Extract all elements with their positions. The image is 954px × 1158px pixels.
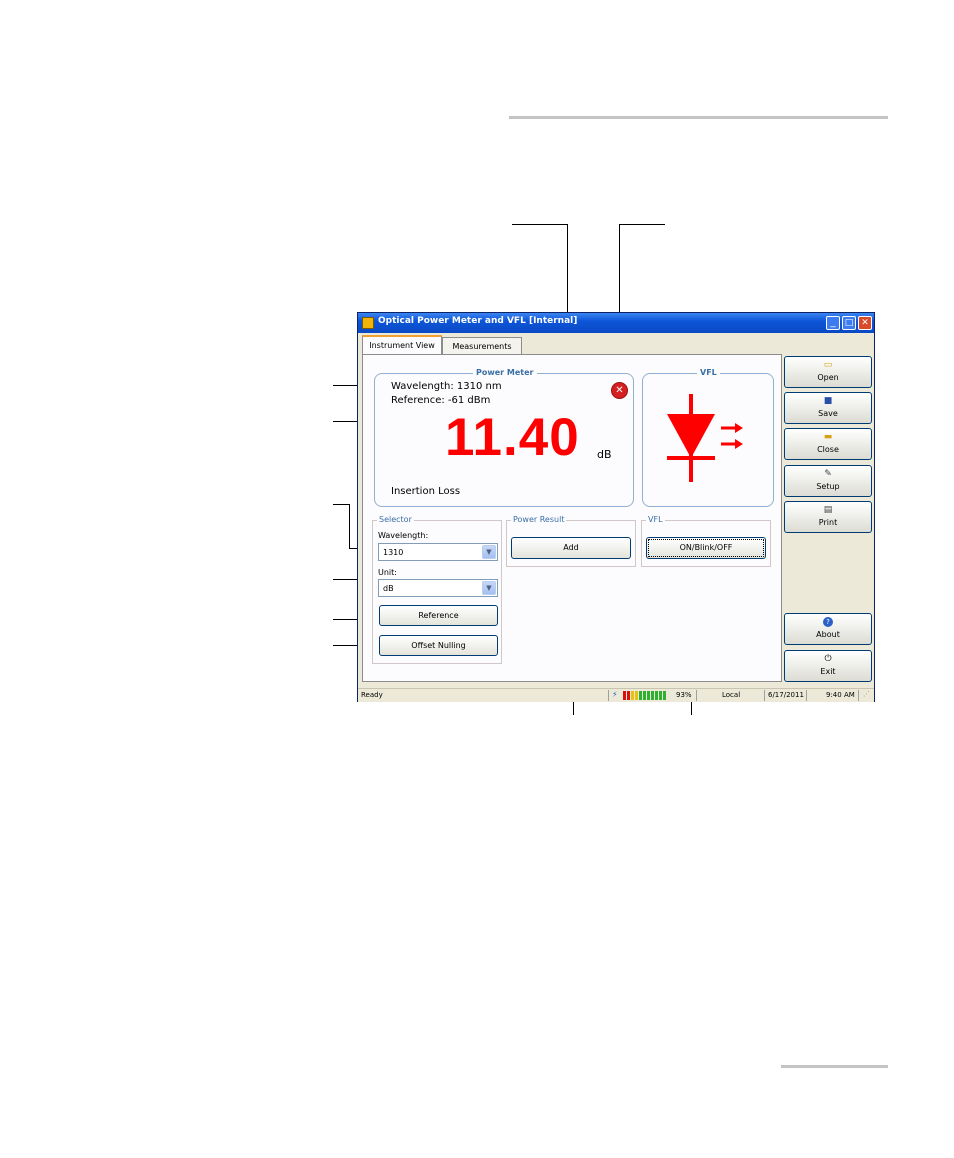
tab-label: Instrument View (369, 341, 435, 350)
app-icon (362, 317, 374, 329)
wavelength-readout: Wavelength: 1310 nm (391, 381, 502, 392)
unit-label: Unit: (378, 568, 397, 577)
offset-nulling-button[interactable]: Offset Nulling (379, 635, 498, 656)
app-window: Optical Power Meter and VFL [Internal] _… (357, 312, 875, 702)
wavelength-select[interactable]: 1310 ▼ (378, 543, 498, 561)
setup-edit-icon: ✎ (824, 469, 832, 479)
vfl-control-legend: VFL (646, 515, 665, 524)
close-button[interactable]: ▬ Close (784, 428, 872, 460)
minimize-button[interactable]: _ (826, 316, 840, 330)
status-text: Ready (361, 691, 383, 699)
resize-grip-icon[interactable]: ⋰ (863, 690, 870, 698)
power-result-legend: Power Result (511, 515, 567, 524)
tab-label: Measurements (452, 342, 512, 351)
mode-text: Local (722, 691, 741, 699)
open-folder-icon: ▭ (823, 360, 833, 370)
wavelength-value: 1310 (383, 548, 404, 557)
chevron-down-icon[interactable]: ▼ (482, 581, 496, 595)
measurement-mode: Insertion Loss (391, 486, 461, 497)
footer-rule (781, 1065, 888, 1068)
close-label: Close (817, 445, 839, 454)
reference-readout: Reference: -61 dBm (391, 395, 491, 406)
tab-measurements[interactable]: Measurements (442, 337, 522, 355)
selector-group: Selector Wavelength: 1310 ▼ Unit: dB ▼ R… (372, 515, 502, 664)
save-disk-icon: ■ (823, 396, 833, 406)
vfl-display-group: VFL (642, 368, 774, 507)
power-meter-group: Power Meter Wavelength: 1310 nm Referenc… (374, 368, 634, 507)
tab-instrument-view[interactable]: Instrument View (362, 335, 442, 355)
plug-icon: ⚡ (612, 690, 618, 699)
open-button[interactable]: ▭ Open (784, 356, 872, 388)
maximize-button[interactable]: □ (842, 316, 856, 330)
setup-label: Setup (816, 482, 840, 491)
power-reading: 11.40 (445, 408, 580, 467)
vfl-toggle-button[interactable]: ON/Blink/OFF (646, 537, 766, 559)
window-title: Optical Power Meter and VFL [Internal] (378, 316, 578, 326)
add-button[interactable]: Add (511, 537, 631, 559)
battery-meter (623, 691, 669, 700)
date-text: 6/17/2011 (768, 691, 804, 699)
power-result-group: Power Result Add (506, 515, 636, 567)
close-window-button[interactable]: ✕ (858, 316, 872, 330)
title-bar[interactable]: Optical Power Meter and VFL [Internal] _… (358, 313, 874, 333)
vfl-display-legend: VFL (697, 368, 720, 377)
open-label: Open (817, 373, 839, 382)
about-help-icon: ? (823, 617, 833, 627)
exit-label: Exit (820, 667, 836, 676)
battery-percent: 93% (676, 691, 692, 699)
save-label: Save (818, 409, 838, 418)
unit-select[interactable]: dB ▼ (378, 579, 498, 597)
power-icon: ⏻ (824, 654, 832, 664)
about-label: About (816, 630, 840, 639)
exit-button[interactable]: ⏻ Exit (784, 650, 872, 682)
status-bar: Ready ⚡ 93% Local 6/17/2011 9:40 AM ⋰ (358, 688, 874, 702)
time-text: 9:40 AM (826, 691, 855, 699)
printer-icon: ▤ (823, 505, 833, 515)
print-button[interactable]: ▤ Print (784, 501, 872, 533)
reading-unit: dB (597, 448, 612, 461)
print-label: Print (818, 518, 838, 527)
close-folder-icon: ▬ (823, 432, 833, 442)
error-icon[interactable]: ✕ (611, 382, 628, 399)
selector-legend: Selector (377, 515, 414, 524)
instrument-view-panel: Power Meter Wavelength: 1310 nm Referenc… (362, 354, 782, 682)
header-rule (509, 116, 888, 119)
about-button[interactable]: ? About (784, 613, 872, 645)
laser-diode-icon (667, 394, 743, 482)
wavelength-label: Wavelength: (378, 531, 429, 540)
vfl-control-group: VFL ON/Blink/OFF (641, 515, 771, 567)
chevron-down-icon[interactable]: ▼ (482, 545, 496, 559)
power-meter-legend: Power Meter (473, 368, 537, 377)
unit-value: dB (383, 584, 394, 593)
reference-button[interactable]: Reference (379, 605, 498, 626)
setup-button[interactable]: ✎ Setup (784, 465, 872, 497)
save-button[interactable]: ■ Save (784, 392, 872, 424)
